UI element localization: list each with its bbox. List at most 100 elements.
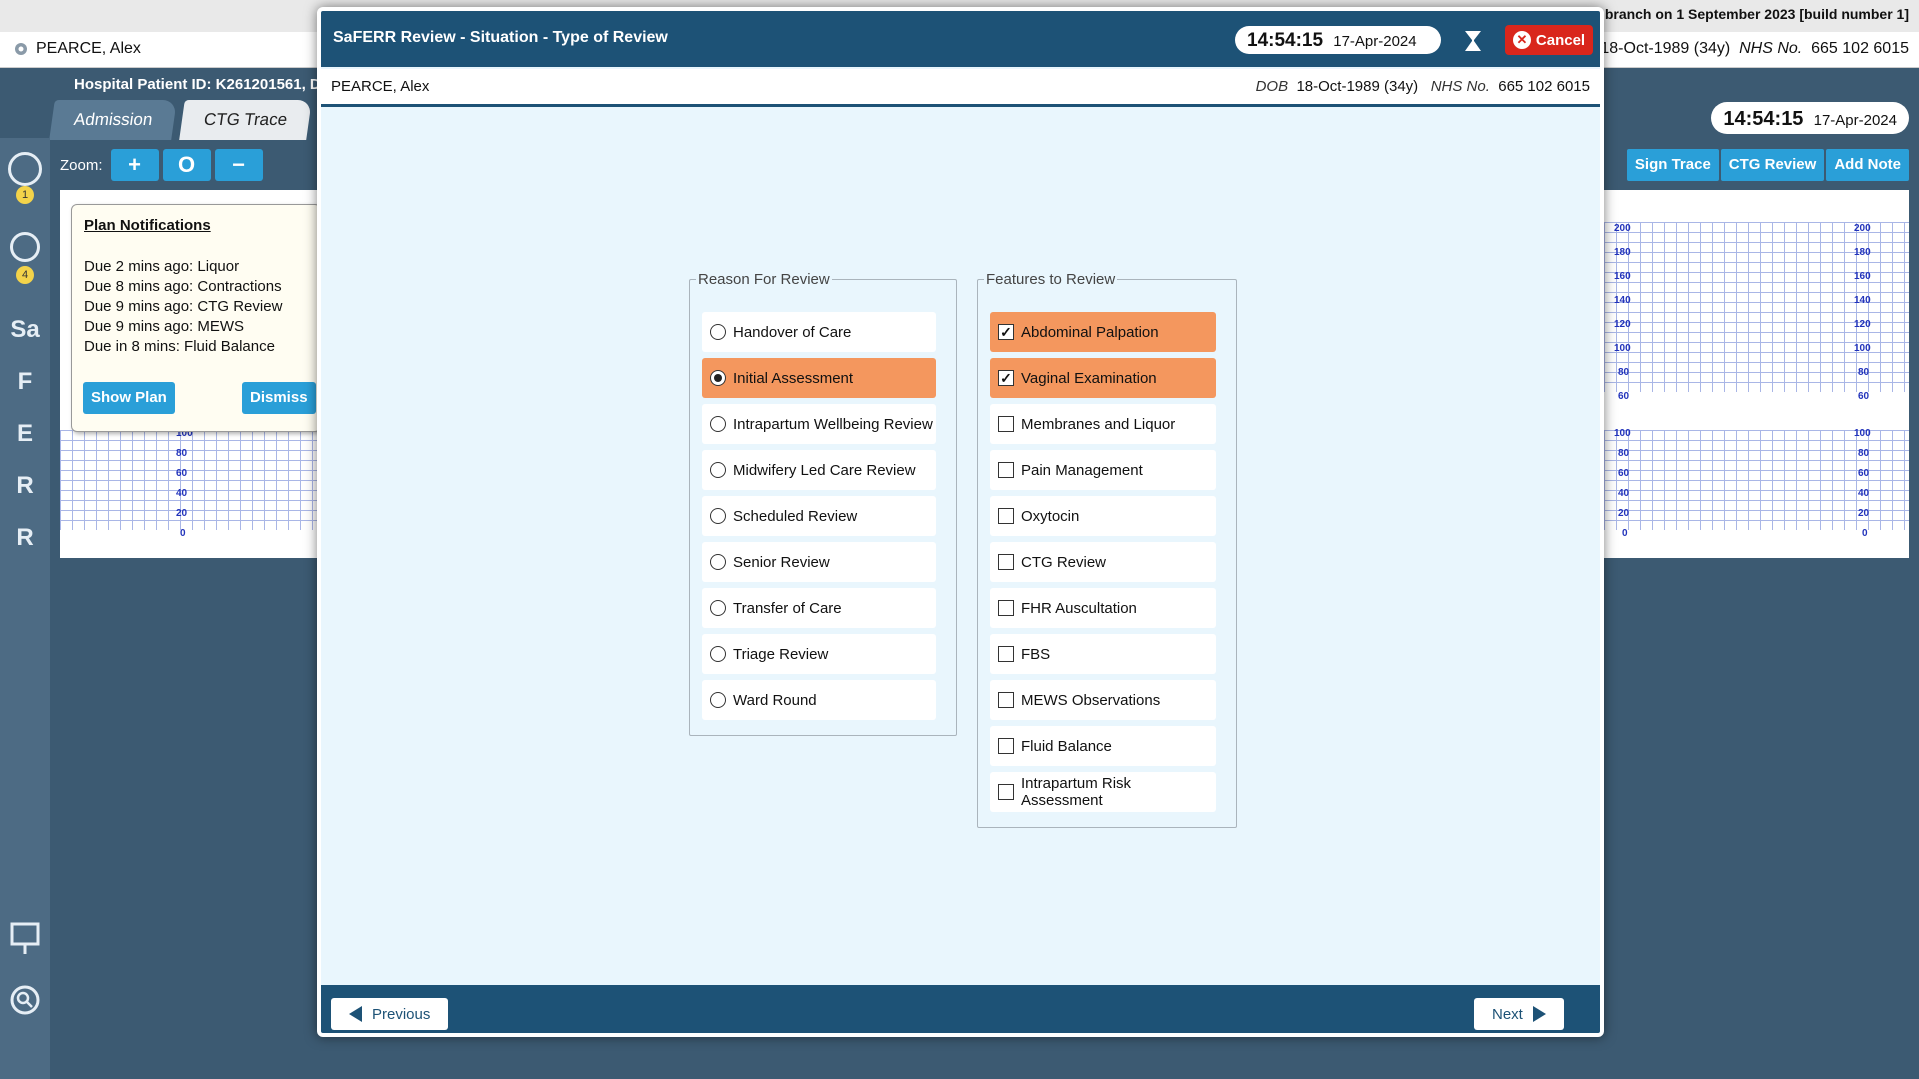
hourglass-icon[interactable]	[1463, 30, 1483, 52]
reason-option-triage-review[interactable]: Triage Review	[702, 634, 936, 674]
radio-button[interactable]	[710, 508, 726, 524]
reason-option-transfer-of-care[interactable]: Transfer of Care	[702, 588, 936, 628]
dismiss-button[interactable]: Dismiss	[242, 382, 316, 414]
tab-ctg-trace[interactable]: CTG Trace	[179, 100, 313, 140]
checkbox[interactable]	[998, 738, 1014, 754]
dialog-nhs-number: 665 102 6015	[1498, 78, 1590, 95]
arrow-right-icon	[1532, 1006, 1546, 1022]
reason-option-initial-assessment[interactable]: Initial Assessment	[702, 358, 936, 398]
feature-ctg-review[interactable]: CTG Review	[990, 542, 1216, 582]
feature-label: Fluid Balance	[1021, 737, 1112, 755]
checkbox[interactable]	[998, 646, 1014, 662]
alarm-icon[interactable]	[0, 232, 50, 262]
reason-for-review-group: Reason For Review Handover of Care Initi…	[689, 271, 957, 736]
sidebar-item-sa[interactable]: Sa	[0, 316, 50, 344]
checkbox[interactable]	[998, 462, 1014, 478]
feature-membranes-and-liquor[interactable]: Membranes and Liquor	[990, 404, 1216, 444]
radio-button[interactable]	[710, 554, 726, 570]
reason-option-intrapartum-wellbeing-review[interactable]: Intrapartum Wellbeing Review	[702, 404, 936, 444]
reason-option-scheduled-review[interactable]: Scheduled Review	[702, 496, 936, 536]
trace-actions: Sign Trace CTG Review Add Note	[1626, 149, 1909, 181]
radio-button[interactable]	[710, 416, 726, 432]
features-to-review-group: Features to Review ✓ Abdominal Palpation …	[977, 271, 1237, 828]
zoom-reset-button[interactable]: O	[162, 149, 211, 181]
tick-label: 60	[1858, 468, 1870, 479]
tick-label: 40	[1618, 488, 1630, 499]
tick-label: 60	[176, 468, 188, 479]
plan-item: Due 2 mins ago: Liquor	[84, 258, 240, 275]
checkbox-checked[interactable]: ✓	[998, 324, 1014, 340]
reason-option-handover-of-care[interactable]: Handover of Care	[702, 312, 936, 352]
features-legend: Features to Review	[986, 271, 1116, 288]
checkbox[interactable]	[998, 554, 1014, 570]
reason-label: Triage Review	[733, 645, 829, 663]
feature-abdominal-palpation[interactable]: ✓ Abdominal Palpation	[990, 312, 1216, 352]
tick-label: 100	[1614, 428, 1631, 439]
checkbox[interactable]	[998, 784, 1014, 800]
tick-label: 100	[1854, 428, 1871, 439]
checkbox[interactable]	[998, 600, 1014, 616]
search-icon[interactable]	[0, 984, 50, 1023]
zoom-label: Zoom:	[60, 156, 103, 174]
trace-grid-left	[60, 430, 320, 530]
sidebar-item-e[interactable]: E	[0, 420, 50, 448]
reason-option-senior-review[interactable]: Senior Review	[702, 542, 936, 582]
feature-fbs[interactable]: FBS	[990, 634, 1216, 674]
dialog-clock-date: 17-Apr-2024	[1333, 33, 1417, 50]
feature-vaginal-examination[interactable]: ✓ Vaginal Examination	[990, 358, 1216, 398]
feature-fluid-balance[interactable]: Fluid Balance	[990, 726, 1216, 766]
reason-label: Intrapartum Wellbeing Review	[733, 415, 933, 433]
tick-label: 0	[1862, 528, 1868, 539]
tick-label: 60	[1618, 468, 1630, 479]
radio-button[interactable]	[710, 462, 726, 478]
plan-item: Due 9 mins ago: CTG Review	[84, 298, 283, 315]
add-note-button[interactable]: Add Note	[1826, 149, 1909, 181]
dialog-dob: 18-Oct-1989 (34y)	[1296, 78, 1419, 95]
presentation-icon[interactable]	[0, 922, 50, 963]
tab-admission[interactable]: Admission	[49, 100, 178, 140]
checkbox[interactable]	[998, 692, 1014, 708]
patient-name-block: PEARCE, Alex	[12, 40, 141, 58]
settings-icon[interactable]	[12, 40, 30, 58]
ctg-review-button[interactable]: CTG Review	[1720, 149, 1825, 181]
checkbox[interactable]	[998, 508, 1014, 524]
checkbox[interactable]	[998, 416, 1014, 432]
zoom-out-button[interactable]: −	[214, 149, 263, 181]
tick-label: 0	[1622, 528, 1628, 539]
next-button[interactable]: Next	[1474, 998, 1564, 1030]
cancel-label: Cancel	[1535, 31, 1586, 49]
reason-label: Midwifery Led Care Review	[733, 461, 916, 479]
sidebar-item-f[interactable]: F	[0, 368, 50, 396]
radio-button[interactable]	[710, 600, 726, 616]
feature-label: Oxytocin	[1021, 507, 1080, 525]
feature-oxytocin[interactable]: Oxytocin	[990, 496, 1216, 536]
feature-pain-management[interactable]: Pain Management	[990, 450, 1216, 490]
radio-button[interactable]	[710, 324, 726, 340]
tick-label: 160	[1854, 271, 1871, 282]
radio-button[interactable]	[710, 692, 726, 708]
saferr-review-dialog: SaFERR Review - Situation - Type of Revi…	[317, 7, 1604, 1037]
sidebar-item-r2[interactable]: R	[0, 524, 50, 552]
reason-option-midwifery-led-care-review[interactable]: Midwifery Led Care Review	[702, 450, 936, 490]
checkbox-checked[interactable]: ✓	[998, 370, 1014, 386]
sidebar-item-r1[interactable]: R	[0, 472, 50, 500]
cancel-button[interactable]: ✕ Cancel	[1505, 25, 1593, 55]
feature-label: CTG Review	[1021, 553, 1107, 571]
app-clock: 14:54:15 17-Apr-2024	[1711, 102, 1909, 134]
feature-label: Pain Management	[1021, 461, 1143, 479]
show-plan-button[interactable]: Show Plan	[83, 382, 175, 414]
feature-fhr-auscultation[interactable]: FHR Auscultation	[990, 588, 1216, 628]
reason-option-ward-round[interactable]: Ward Round	[702, 680, 936, 720]
radio-button[interactable]	[710, 646, 726, 662]
dialog-clock[interactable]: 14:54:15 17-Apr-2024	[1235, 26, 1441, 54]
dialog-header: SaFERR Review - Situation - Type of Revi…	[321, 11, 1600, 67]
feature-mews-observations[interactable]: MEWS Observations	[990, 680, 1216, 720]
previous-button[interactable]: Previous	[331, 998, 449, 1030]
reason-label: Ward Round	[733, 691, 817, 709]
radio-button-selected[interactable]	[710, 370, 726, 386]
sign-trace-button[interactable]: Sign Trace	[1626, 149, 1719, 181]
zoom-in-button[interactable]: +	[110, 149, 159, 181]
plan-list: Due 2 mins ago: Liquor Due 8 mins ago: C…	[84, 257, 282, 357]
feature-intrapartum-risk-assessment[interactable]: Intrapartum Risk Assessment	[990, 772, 1216, 812]
clock-icon[interactable]	[0, 152, 50, 186]
